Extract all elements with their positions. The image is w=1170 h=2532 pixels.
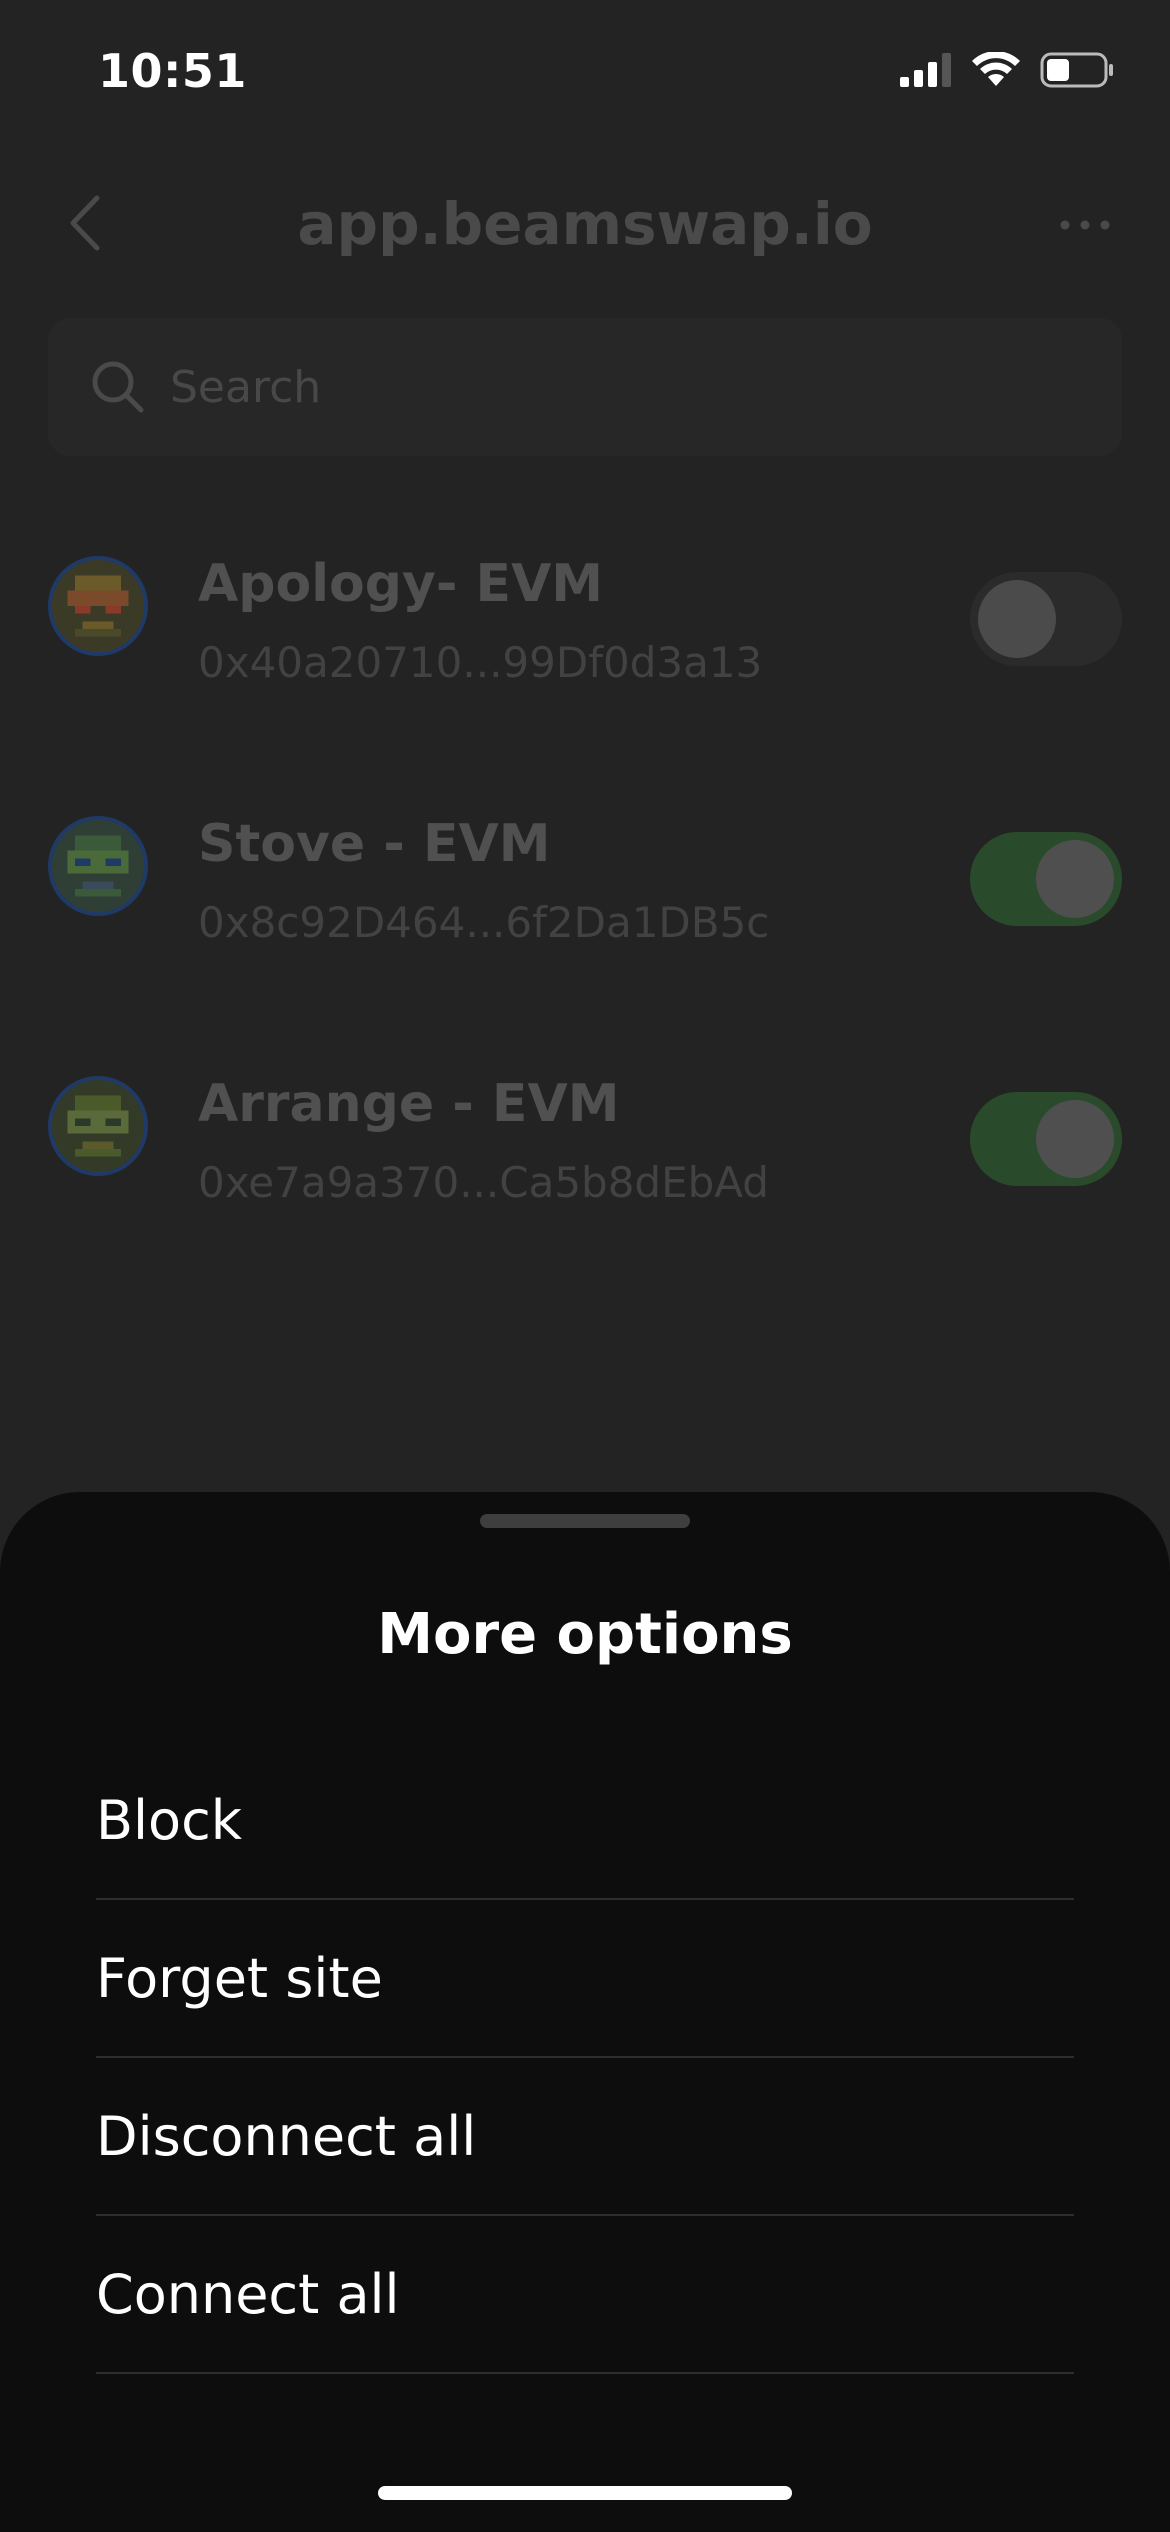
option-label: Block [96, 1788, 243, 1852]
option-disconnect-all[interactable]: Disconnect all [96, 2058, 1074, 2216]
account-connection-toggle[interactable] [970, 1092, 1122, 1186]
toggle-knob [1036, 1100, 1114, 1178]
avatar [48, 816, 148, 916]
home-indicator [378, 2486, 792, 2500]
option-label: Forget site [96, 1946, 383, 2010]
screen: 10:51 app.beamswap.io Search Apology- EV… [0, 0, 1170, 2532]
search-input[interactable] [168, 360, 1072, 414]
wifi-icon [972, 51, 1020, 92]
account-row: Stove - EVM 0x8c92D464...6f2Da1DB5c [0, 768, 1170, 1028]
option-label: Connect all [96, 2262, 400, 2326]
search-box[interactable] [48, 318, 1122, 456]
avatar [48, 556, 148, 656]
toggle-knob [978, 580, 1056, 658]
cellular-signal-icon [900, 53, 952, 91]
search-icon [88, 357, 148, 417]
status-time: 10:51 [98, 44, 247, 98]
sheet-title: More options [377, 1602, 793, 1667]
status-icons [900, 51, 1114, 92]
sheet-grabber[interactable] [480, 1514, 690, 1528]
option-label: Disconnect all [96, 2104, 477, 2168]
account-connection-toggle[interactable] [970, 832, 1122, 926]
more-options-sheet: More options Block Forget site Disconnec… [0, 1492, 1170, 2532]
account-name: Arrange - EVM [198, 1074, 620, 1134]
more-options-button[interactable] [1040, 190, 1130, 260]
status-bar: 10:51 [0, 0, 1170, 150]
account-address: 0xe7a9a370...Ca5b8dEbAd [198, 1158, 769, 1207]
option-block[interactable]: Block [96, 1742, 1074, 1900]
account-name: Apology- EVM [198, 554, 604, 614]
avatar [48, 1076, 148, 1176]
account-row: Apology- EVM 0x40a20710...99Df0d3a13 [0, 508, 1170, 768]
toggle-knob [1036, 840, 1114, 918]
page-title: app.beamswap.io [297, 190, 873, 258]
option-connect-all[interactable]: Connect all [96, 2216, 1074, 2374]
account-row: Arrange - EVM 0xe7a9a370...Ca5b8dEbAd [0, 1028, 1170, 1288]
option-forget-site[interactable]: Forget site [96, 1900, 1074, 2058]
account-connection-toggle[interactable] [970, 572, 1122, 666]
account-address: 0x8c92D464...6f2Da1DB5c [198, 898, 770, 947]
account-name: Stove - EVM [198, 814, 551, 874]
ellipsis-icon [1059, 216, 1111, 235]
battery-icon [1040, 52, 1114, 92]
account-address: 0x40a20710...99Df0d3a13 [198, 638, 763, 687]
header: app.beamswap.io [0, 170, 1170, 280]
